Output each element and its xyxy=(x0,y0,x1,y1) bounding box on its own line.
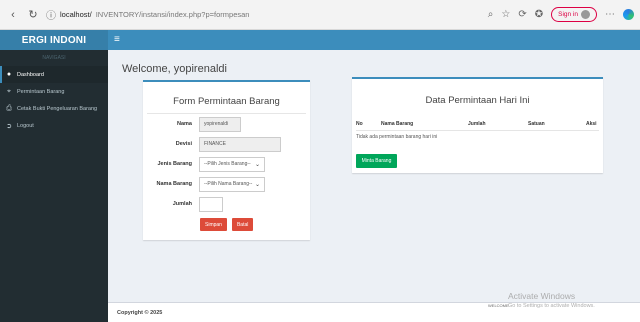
column-header: Satuan xyxy=(528,120,545,127)
dashboard-icon: ● xyxy=(6,71,12,78)
column-header: Jumlah xyxy=(468,120,486,127)
jenis-barang-label: Jenis Barang xyxy=(157,161,192,167)
refresh-circle-icon[interactable]: ⟳ xyxy=(518,9,526,20)
sidebar-toggle-icon[interactable]: ≡ xyxy=(114,35,120,45)
sidebar-item-label: Permintaan Barang xyxy=(17,88,65,95)
form-actions: Simpan Batal xyxy=(200,218,254,231)
jenis-barang-row: Jenis Barang --Pilih Jenis Barang-- ⌄ xyxy=(143,156,310,172)
sign-in-label: Sign in xyxy=(558,11,578,18)
chevron-down-icon: ⌄ xyxy=(254,161,260,168)
form-title: Form Permintaan Barang xyxy=(173,96,280,107)
jenis-barang-value: --Pilih Jenis Barang-- xyxy=(204,161,251,167)
url-path: INVENTORY/instansi/index.php?p=formpesan xyxy=(95,10,250,19)
sidebar-item-permintaan[interactable]: ⌖ Permintaan Barang xyxy=(0,83,108,100)
os-welcome-text: WELCOME xyxy=(488,303,509,308)
sign-in-button[interactable]: Sign in xyxy=(551,7,597,22)
brand-logo[interactable]: ERGI INDONI xyxy=(0,30,108,50)
url-host: localhost/ xyxy=(60,10,92,19)
collections-icon[interactable]: ✪ xyxy=(535,9,543,20)
watermark-title: Activate Windows xyxy=(508,291,576,301)
jumlah-input[interactable] xyxy=(199,196,223,212)
simpan-button[interactable]: Simpan xyxy=(200,218,227,231)
nama-barang-row: Nama Barang --Pilih Nama Barang-- ⌄ xyxy=(143,176,310,192)
nama-row: Nama yopirenaldi xyxy=(143,116,310,132)
table-title: Data Permintaan Hari Ini xyxy=(425,95,530,106)
divider xyxy=(147,113,306,114)
sidebar-header: NAVIGASI xyxy=(42,55,66,61)
browser-toolbar: ‹ ↻ ⓘ localhost/INVENTORY/instansi/index… xyxy=(0,0,640,30)
nama-barang-label: Nama Barang xyxy=(156,181,192,187)
sidebar-item-label: Dashboard xyxy=(17,71,44,78)
zoom-icon[interactable]: ⌕ xyxy=(488,9,494,20)
form-panel: Form Permintaan Barang Nama yopirenaldi … xyxy=(143,80,310,240)
logout-icon: ➲ xyxy=(6,122,12,130)
page-title: Welcome, yopirenaldi xyxy=(122,63,227,75)
nama-field[interactable]: yopirenaldi xyxy=(199,116,241,132)
devisi-label: Devisi xyxy=(175,141,192,147)
address-bar[interactable]: ⓘ localhost/INVENTORY/instansi/index.php… xyxy=(46,7,406,22)
favorite-star-icon[interactable]: ☆ xyxy=(501,9,510,20)
batal-button[interactable]: Batal xyxy=(231,218,254,231)
nama-barang-value: --Pilih Nama Barang-- xyxy=(204,181,253,187)
reload-icon[interactable]: ↻ xyxy=(26,8,40,22)
sidebar: ERGI INDONI NAVIGASI ● Dashboard ⌖ Permi… xyxy=(0,30,108,322)
table-header: No Nama Barang Jumlah Satuan Aksi xyxy=(356,117,599,131)
nama-barang-select[interactable]: --Pilih Nama Barang-- ⌄ xyxy=(199,176,265,192)
nama-label: Nama xyxy=(177,121,192,127)
sidebar-item-label: Cetak Bukti Pengeluaran Barang xyxy=(17,105,98,112)
jenis-barang-select[interactable]: --Pilih Jenis Barang-- ⌄ xyxy=(199,156,265,172)
cart-icon: ⌖ xyxy=(7,87,11,95)
more-icon[interactable]: ⋯ xyxy=(605,9,615,20)
avatar-icon xyxy=(581,10,590,19)
sidebar-item-label: Logout xyxy=(17,122,34,129)
activation-watermark: Activate Windows Go to Settings to activ… xyxy=(508,291,595,309)
devisi-row: Devisi FINANCE xyxy=(143,136,310,152)
minta-barang-button[interactable]: Minta Barang xyxy=(356,154,397,168)
info-icon: ⓘ xyxy=(46,11,56,22)
column-header: Nama Barang xyxy=(381,120,414,127)
devisi-field[interactable]: FINANCE xyxy=(199,136,281,152)
back-icon[interactable]: ‹ xyxy=(6,8,20,22)
watermark-subtitle: Go to Settings to activate Windows. xyxy=(508,303,595,309)
print-icon: ⎙ xyxy=(6,104,12,112)
jumlah-label: Jumlah xyxy=(172,201,192,207)
column-header: Aksi xyxy=(586,120,597,127)
sidebar-item-logout[interactable]: ➲ Logout xyxy=(0,117,108,134)
request-table-panel: Data Permintaan Hari Ini No Nama Barang … xyxy=(352,77,603,173)
sidebar-item-cetak[interactable]: ⎙ Cetak Bukti Pengeluaran Barang xyxy=(0,100,108,117)
column-header: No xyxy=(356,120,363,127)
top-navbar: ≡ xyxy=(108,30,640,50)
chevron-down-icon: ⌄ xyxy=(254,181,260,188)
sidebar-item-dashboard[interactable]: ● Dashboard xyxy=(0,66,108,83)
empty-table-message: Tidak ada permintaan barang hari ini xyxy=(356,134,438,140)
edge-logo-icon[interactable] xyxy=(623,9,634,20)
jumlah-row: Jumlah xyxy=(143,196,310,212)
